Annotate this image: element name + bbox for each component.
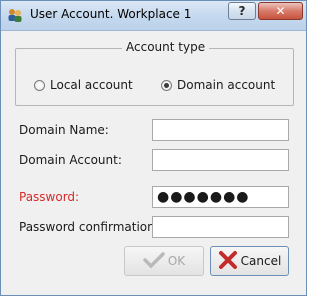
password-label: Password: — [19, 190, 80, 204]
radio-domain-circle[interactable] — [161, 79, 172, 91]
window-title: User Account. Workplace 1 — [30, 7, 192, 21]
domain-name-input[interactable] — [152, 119, 289, 141]
title-bar[interactable]: User Account. Workplace 1 ? ✕ — [1, 1, 306, 31]
domain-account-input[interactable] — [152, 149, 289, 171]
radio-local-circle[interactable] — [34, 79, 45, 91]
cancel-button[interactable]: Cancel — [210, 246, 289, 276]
domain-account-label: Domain Account: — [19, 153, 122, 167]
radio-domain-account[interactable]: Domain account — [161, 78, 275, 92]
password-confirmation-label: Password confirmation: — [19, 220, 159, 234]
password-input[interactable]: ●●●●●●● — [152, 186, 289, 208]
dialog-window: User Account. Workplace 1 ? ✕ Account ty… — [0, 0, 307, 296]
radio-local-label: Local account — [50, 78, 133, 92]
ok-label: OK — [167, 254, 186, 268]
radio-domain-label: Domain account — [177, 78, 276, 92]
password-confirmation-input[interactable] — [152, 216, 289, 238]
users-icon — [7, 7, 23, 23]
cancel-label: Cancel — [240, 254, 282, 268]
help-button[interactable]: ? — [228, 2, 256, 20]
close-button[interactable]: ✕ — [258, 2, 303, 20]
radio-local-account[interactable]: Local account — [34, 78, 133, 92]
ok-button[interactable]: OK — [124, 246, 204, 276]
dialog-body: Account type Local account Domain accoun… — [5, 31, 302, 291]
account-type-group: Account type Local account Domain accoun… — [15, 40, 294, 106]
account-type-title: Account type — [122, 40, 210, 54]
check-arrow-icon — [143, 251, 165, 272]
domain-name-label: Domain Name: — [19, 123, 109, 137]
red-x-icon — [218, 250, 238, 273]
